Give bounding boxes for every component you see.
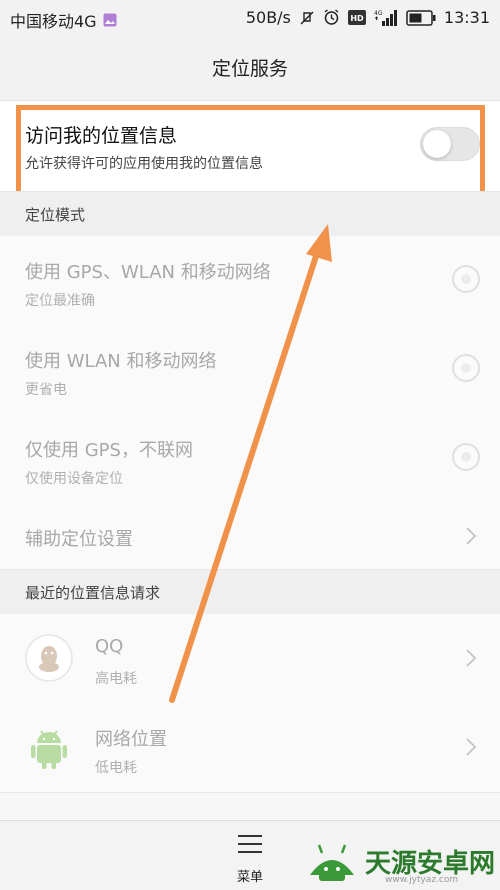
- chevron-right-icon: [466, 649, 477, 667]
- mode-option-subtitle: 更省电: [25, 382, 67, 398]
- page-title: 定位服务: [211, 57, 288, 80]
- gallery-icon: [103, 13, 117, 27]
- mode-option-title: 使用 WLAN 和移动网络: [25, 351, 217, 372]
- assist-location-settings[interactable]: 辅助定位设置: [0, 503, 500, 570]
- recent-app-network-location[interactable]: 网络位置 低电耗: [0, 703, 500, 793]
- watermark: 天源安卓网 www.jytyaz.com: [305, 835, 495, 885]
- carrier-label: 中国移动4G: [10, 12, 97, 31]
- location-access-toggle[interactable]: [420, 127, 480, 161]
- signal-icon: 4G: [374, 9, 398, 27]
- menu-label: 菜单: [236, 870, 263, 885]
- watermark-logo-icon: [310, 844, 354, 881]
- recent-app-name: QQ: [95, 636, 124, 657]
- mode-option-gps-wlan-mobile[interactable]: 使用 GPS、WLAN 和移动网络 定位最准确: [0, 236, 500, 326]
- mode-radio-wlan-mobile[interactable]: [452, 354, 480, 382]
- toggle-knob: [423, 130, 451, 158]
- recent-app-qq[interactable]: QQ 高电耗: [0, 614, 500, 704]
- mode-option-wlan-mobile[interactable]: 使用 WLAN 和移动网络 更省电: [0, 325, 500, 415]
- status-bar: 中国移动4G 50B/s HD 4G 13:31: [0, 0, 500, 34]
- recent-app-usage: 高电耗: [95, 671, 137, 687]
- speed-label: 50B/s: [245, 8, 291, 27]
- section-header-recent: 最近的位置信息请求: [0, 569, 500, 615]
- mode-radio-gps-wlan-mobile[interactable]: [452, 265, 480, 293]
- mute-icon: [299, 10, 315, 26]
- recent-app-usage: 低电耗: [95, 760, 137, 776]
- page-title-bar: 定位服务: [0, 34, 500, 101]
- mode-option-subtitle: 仅使用设备定位: [25, 471, 123, 487]
- section-header-mode: 定位模式: [0, 191, 500, 237]
- mode-radio-gps-only[interactable]: [452, 443, 480, 471]
- section-header-label: 最近的位置信息请求: [25, 584, 161, 602]
- clock-label: 13:31: [443, 8, 490, 27]
- mode-option-title: 使用 GPS、WLAN 和移动网络: [25, 262, 271, 283]
- battery-icon: [406, 9, 436, 26]
- chevron-right-icon: [466, 738, 477, 756]
- android-icon: [31, 730, 67, 769]
- svg-text:HD: HD: [350, 14, 364, 23]
- svg-text:4G: 4G: [374, 10, 383, 17]
- mode-option-subtitle: 定位最准确: [25, 293, 95, 309]
- location-access-title: 访问我的位置信息: [25, 125, 178, 147]
- qq-penguin-icon: [25, 634, 73, 682]
- watermark-url: www.jytyaz.com: [385, 875, 459, 885]
- menu-icon: [238, 835, 262, 853]
- alarm-icon: [323, 9, 340, 26]
- mode-option-title: 仅使用 GPS，不联网: [25, 440, 193, 461]
- recent-app-name: 网络位置: [95, 729, 167, 750]
- hd-icon: HD: [347, 10, 366, 25]
- location-access-subtitle: 允许获得许可的应用使用我的位置信息: [25, 156, 263, 172]
- mode-option-gps-only[interactable]: 仅使用 GPS，不联网 仅使用设备定位: [0, 414, 500, 504]
- chevron-right-icon: [466, 527, 477, 545]
- assist-location-label: 辅助定位设置: [25, 529, 133, 550]
- menu-button[interactable]: 菜单: [225, 831, 275, 887]
- section-header-label: 定位模式: [25, 206, 86, 224]
